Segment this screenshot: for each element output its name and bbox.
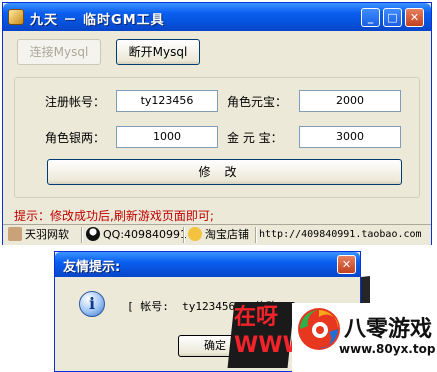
window-title: 九天 － 临时GM工具 — [30, 13, 165, 28]
silver-label: 角色银两： — [45, 131, 106, 145]
gm-tool-window: 九天 － 临时GM工具 _ □ ✕ 连接Mysql 断开Mysql 注册帐号： … — [2, 2, 432, 245]
close-button[interactable]: ✕ — [405, 8, 424, 27]
minimize-button[interactable]: _ — [361, 8, 380, 27]
status-divider — [183, 227, 185, 243]
watermark-url: www.80yx.top — [339, 342, 436, 356]
person-icon — [8, 227, 22, 241]
status-divider — [81, 227, 83, 243]
dialog-title-bar[interactable]: 友情提示: ✕ — [55, 252, 360, 277]
status-divider — [255, 227, 257, 243]
dialog-close-button[interactable]: ✕ — [337, 255, 356, 274]
account-label: 注册帐号： — [45, 95, 106, 109]
disconnect-mysql-button[interactable]: 断开Mysql — [116, 39, 200, 65]
status-shop-text: 淘宝店铺 — [205, 228, 249, 241]
title-bar[interactable]: 九天 － 临时GM工具 _ □ ✕ — [3, 3, 431, 31]
yuanbao-field[interactable]: 2000 — [299, 90, 401, 112]
taobao-icon — [188, 227, 202, 241]
status-bar: 天羽网软 QQ:409840991 淘宝店铺 http://409840991.… — [3, 224, 431, 245]
app-icon — [8, 9, 24, 25]
hint-text: 提示：修改成功后,刷新游戏页面即可; — [14, 209, 214, 223]
status-url[interactable]: http://409840991.taobao.com — [259, 227, 422, 243]
watermark-brand: 八零游戏 — [344, 317, 433, 342]
info-icon: i — [79, 291, 105, 317]
gold-field[interactable]: 3000 — [299, 126, 401, 148]
yuanbao-label: 角色元宝： — [227, 95, 288, 109]
account-field[interactable]: ty123456 — [116, 90, 218, 112]
connect-mysql-button[interactable]: 连接Mysql — [17, 39, 101, 65]
silver-field[interactable]: 1000 — [116, 126, 218, 148]
status-shop[interactable]: 淘宝店铺 — [188, 227, 249, 243]
modify-button[interactable]: 修改 — [47, 159, 402, 185]
status-studio-text: 天羽网软 — [25, 228, 69, 241]
swirl-logo-icon — [298, 308, 340, 350]
gold-label: 金 元 宝： — [227, 131, 283, 145]
status-studio: 天羽网软 — [8, 227, 69, 243]
edit-group: 注册帐号： ty123456 角色元宝： 2000 角色银两： 1000 金 元… — [14, 77, 420, 198]
status-qq-text: QQ:409840991 — [103, 228, 188, 241]
dialog-title: 友情提示: — [63, 260, 121, 275]
status-qq[interactable]: QQ:409840991 — [86, 227, 187, 243]
maximize-button[interactable]: □ — [383, 8, 402, 27]
qq-penguin-icon — [86, 227, 100, 241]
